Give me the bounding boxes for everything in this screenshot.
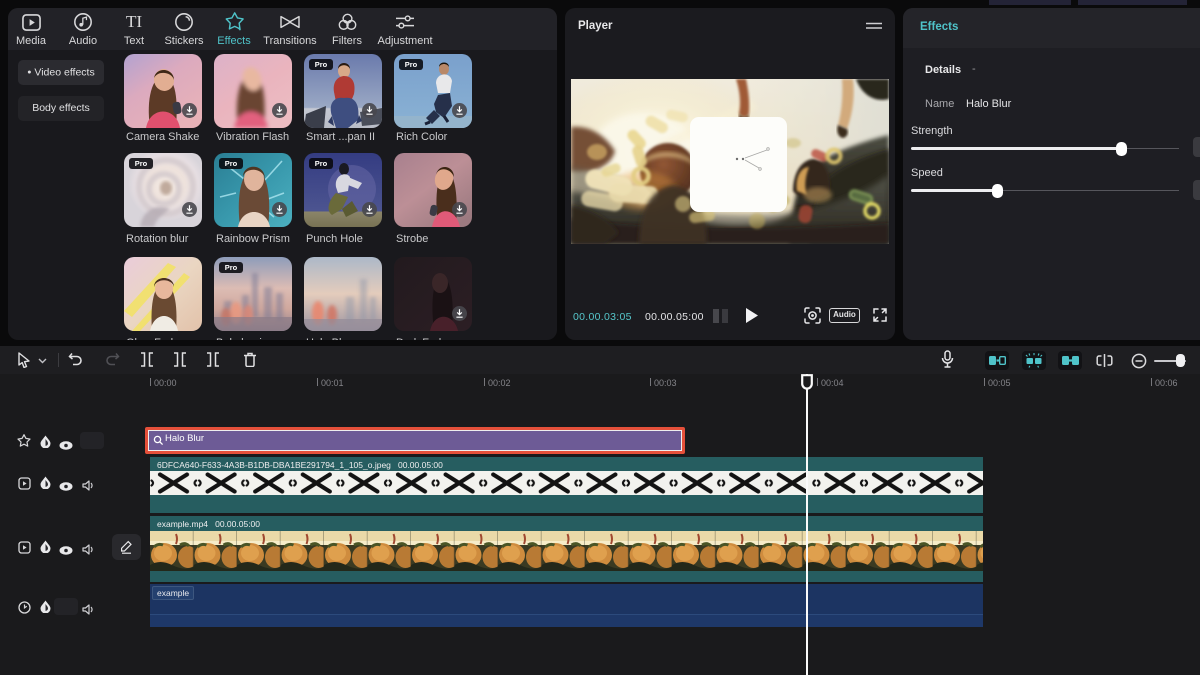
svg-text:TI: TI (126, 12, 143, 31)
